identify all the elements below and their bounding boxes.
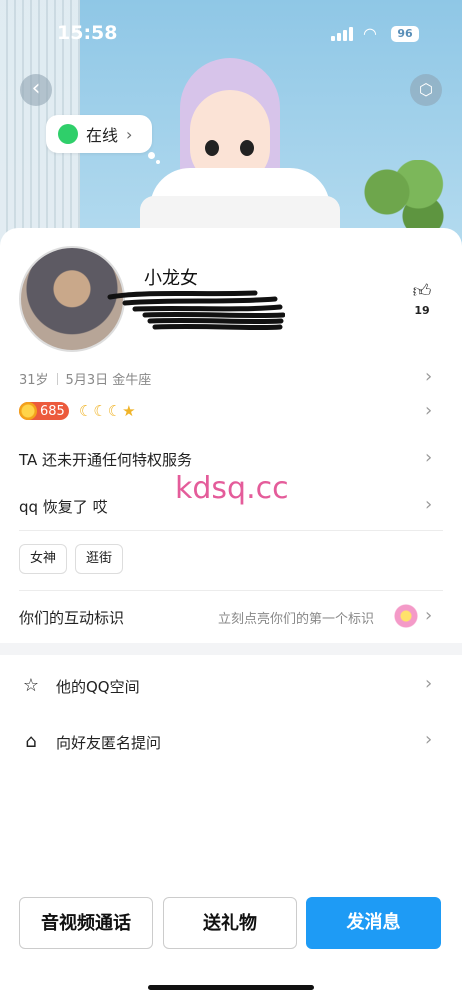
back-arrow-icon[interactable]: ‹ — [20, 74, 52, 106]
flower-icon — [394, 604, 418, 628]
chevron-right-icon[interactable]: › — [425, 494, 432, 515]
online-dot-icon — [58, 124, 78, 144]
signature-text[interactable]: qq 恢复了 哎 — [19, 496, 108, 517]
cat-icon: ⌂ — [25, 731, 37, 752]
profile-tag[interactable]: 逛街 — [75, 544, 123, 574]
anonymous-question-link[interactable]: 向好友匿名提问 — [56, 732, 161, 753]
chevron-right-icon[interactable]: › — [425, 729, 432, 750]
profile-tag[interactable]: 女神 — [19, 544, 67, 574]
qzone-link[interactable]: 他的QQ空间 — [56, 676, 140, 697]
level-moons-icon: ☾☾☾★ — [78, 402, 137, 420]
chevron-right-icon: › — [126, 124, 133, 144]
zodiac-label: 金牛座 — [112, 373, 152, 388]
chevron-right-icon[interactable]: › — [425, 400, 432, 421]
level-value: 685 — [40, 403, 65, 419]
chevron-right-icon[interactable]: › — [425, 366, 432, 387]
chevron-right-icon[interactable]: › — [425, 673, 432, 694]
online-status-label: 在线 — [86, 126, 119, 145]
coin-icon — [19, 402, 37, 420]
avatar-eye — [205, 140, 219, 156]
send-message-button[interactable]: 发消息 — [306, 897, 441, 949]
profile-meta[interactable]: 31岁 5月3日 金牛座 — [19, 369, 151, 388]
thumbs-up-icon[interactable]: 👍︎ — [410, 280, 434, 302]
interaction-hint: 立刻点亮你们的第一个标识 — [218, 612, 375, 627]
avatar-eye — [240, 140, 254, 156]
wifi-icon: ◠ — [363, 24, 377, 43]
chevron-right-icon[interactable]: › — [425, 447, 432, 468]
section-gap — [0, 643, 462, 655]
divider — [19, 590, 443, 591]
battery-icon: 96 — [391, 26, 419, 42]
status-time: 15:58 — [57, 22, 118, 44]
birthday-label: 5月3日 — [65, 373, 109, 388]
home-indicator — [148, 985, 314, 990]
thought-bubble-dot — [156, 160, 160, 164]
status-bar: 15:58 ◠ 96 — [0, 0, 462, 60]
online-status-button[interactable]: 在线 › — [46, 115, 152, 153]
qq-level-row[interactable]: 685 ☾☾☾★ — [19, 402, 137, 420]
divider — [19, 530, 443, 531]
signal-icon — [331, 27, 353, 41]
like-count: 19 — [414, 304, 430, 317]
chevron-right-icon[interactable]: › — [425, 605, 432, 626]
privilege-text[interactable]: TA 还未开通任何特权服务 — [19, 449, 192, 470]
send-gift-button[interactable]: 送礼物 — [163, 897, 297, 949]
age-label: 31岁 — [19, 373, 49, 388]
video-call-button[interactable]: 音视频通话 — [19, 897, 153, 949]
level-badge: 685 — [19, 402, 69, 420]
star-icon: ☆ — [22, 675, 40, 696]
watermark: kdsq.cc — [175, 471, 289, 506]
thought-bubble-dot — [148, 152, 155, 159]
redaction-scribble — [107, 290, 285, 331]
cube-icon[interactable]: ⬡ — [410, 74, 442, 106]
interaction-label[interactable]: 你们的互动标识 — [19, 607, 124, 628]
